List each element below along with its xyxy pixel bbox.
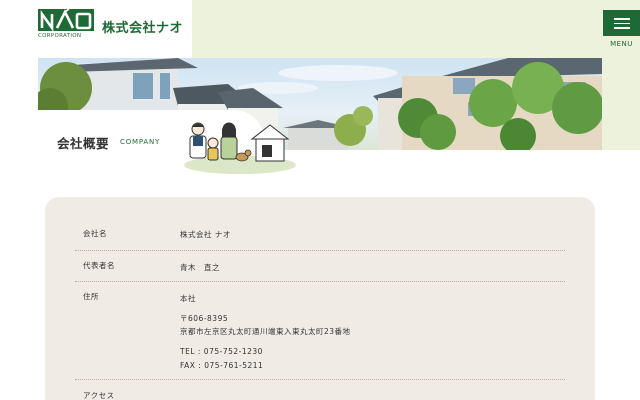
decor-band bbox=[602, 58, 640, 150]
menu-bar-icon bbox=[614, 27, 630, 29]
page-title: 会社概要 bbox=[57, 136, 110, 151]
info-row-company: 会社名 株式会社 ナオ bbox=[75, 222, 565, 251]
office-name: 本社 bbox=[180, 294, 196, 303]
logo-subtext: CORPORATION bbox=[38, 33, 82, 39]
header-band bbox=[192, 0, 640, 58]
postal-code: 〒606-8395 bbox=[180, 314, 229, 323]
info-row-representative: 代表者名 青木 直之 bbox=[75, 251, 565, 282]
family-illustration bbox=[184, 122, 296, 174]
page-subtitle: COMPANY bbox=[120, 138, 161, 146]
info-label: アクセス bbox=[83, 391, 115, 400]
menu-button[interactable] bbox=[603, 10, 640, 36]
menu-label[interactable]: MENU bbox=[603, 40, 640, 48]
info-label: 会社名 bbox=[83, 229, 107, 238]
fax-number: FAX : 075-761-5211 bbox=[180, 361, 264, 370]
info-label: 代表者名 bbox=[83, 261, 115, 270]
menu-bar-icon bbox=[614, 18, 630, 20]
info-row-address: 住所 本社 〒606-8395 京都市左京区丸太町通川端東入東丸太町23番地 T… bbox=[75, 282, 565, 380]
company-name[interactable]: 株式会社ナオ bbox=[102, 17, 183, 36]
page: CORPORATION 株式会社ナオ MENU 会社概要 COMPANY 会社名… bbox=[0, 0, 640, 400]
info-value: 青木 直之 bbox=[180, 263, 220, 272]
info-value: 株式会社 ナオ bbox=[180, 230, 231, 239]
info-row-access: アクセス bbox=[75, 380, 565, 400]
menu-bar-icon bbox=[614, 22, 630, 24]
info-label: 住所 bbox=[83, 292, 99, 301]
phone-number[interactable]: TEL : 075-752-1230 bbox=[180, 347, 263, 356]
address-text: 京都市左京区丸太町通川端東入東丸太町23番地 bbox=[180, 327, 351, 336]
